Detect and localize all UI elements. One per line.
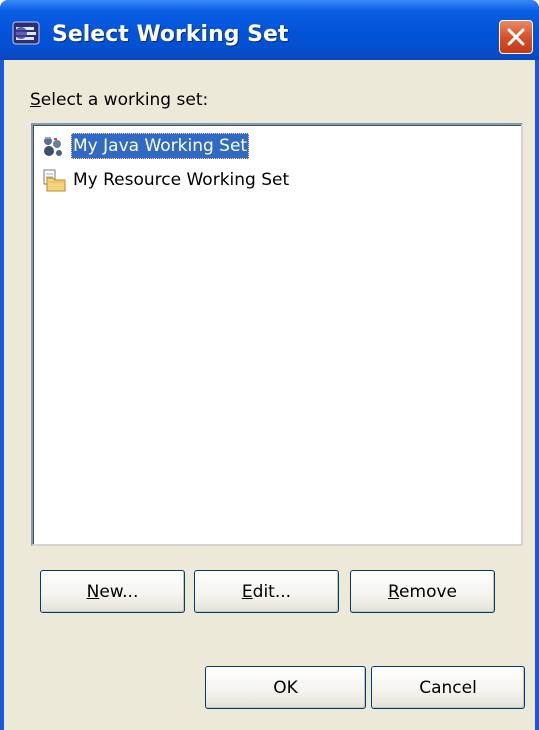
close-button[interactable] [499, 20, 533, 54]
eclipse-icon [12, 21, 40, 45]
edit-button[interactable]: Edit... [194, 570, 339, 613]
remove-button-label: Remove [387, 581, 457, 602]
java-working-set-icon [41, 135, 67, 159]
window-title: Select Working Set [52, 22, 289, 47]
dialog-body: Select a working set: My Java Working Se… [4, 60, 535, 730]
list-item-java-working-set[interactable]: My Java Working Set [41, 133, 481, 159]
list-label: Select a working set: [30, 90, 209, 110]
cancel-button[interactable]: Cancel [371, 666, 525, 709]
new-button[interactable]: New... [40, 570, 185, 613]
working-set-list[interactable]: My Java Working Set My Resource Working … [31, 123, 523, 546]
ok-button[interactable]: OK [205, 666, 366, 709]
edit-button-label: Edit... [241, 581, 292, 602]
remove-button[interactable]: Remove [350, 570, 495, 613]
new-button-label: New... [86, 581, 139, 602]
list-item-label: My Java Working Set [71, 133, 250, 159]
list-item-label: My Resource Working Set [73, 170, 290, 190]
ok-button-label: OK [273, 677, 298, 698]
resource-working-set-icon [41, 169, 67, 193]
list-item-resource-working-set[interactable]: My Resource Working Set [41, 167, 481, 193]
title-bar[interactable]: Select Working Set [0, 0, 539, 60]
close-icon [507, 28, 525, 46]
dialog-window: Select Working Set Select a working set: [0, 0, 539, 730]
list-label-text: elect a working set: [40, 90, 209, 110]
cancel-button-label: Cancel [419, 677, 477, 698]
